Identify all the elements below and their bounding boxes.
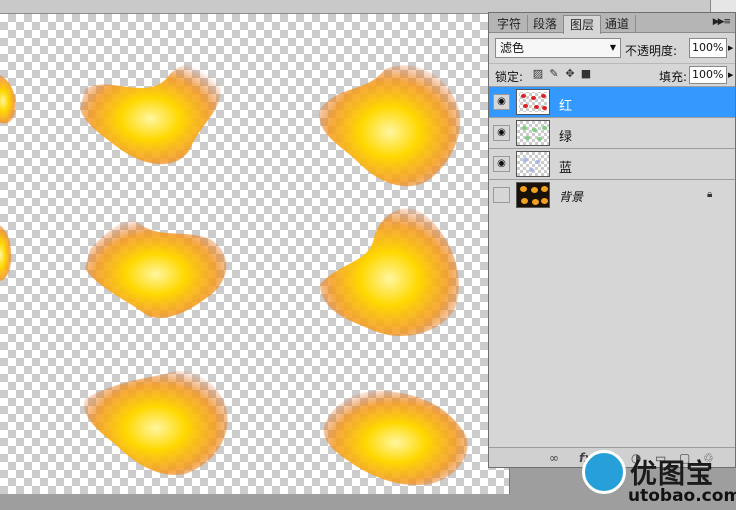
layer-row[interactable]: 背景 🔒︎ <box>489 179 735 210</box>
layer-thumbnail <box>516 151 550 177</box>
opacity-slider-icon[interactable]: ▶ <box>728 44 733 52</box>
fire-sprite <box>84 370 228 475</box>
layer-name: 蓝 <box>559 161 573 176</box>
photoshop-workspace: 字符 段落 图层 通道 ▶▶ ≡ 滤色 ▼ 不透明度: 100% ▶ 锁定: ▨… <box>0 0 736 510</box>
layer-name: 背景 <box>559 190 584 204</box>
bird-icon <box>582 450 626 494</box>
eye-toggle-empty[interactable] <box>493 187 510 203</box>
layer-name: 绿 <box>559 130 573 145</box>
blend-mode-value: 滤色 <box>500 41 525 55</box>
lock-position-icon[interactable]: ✥ <box>563 67 577 81</box>
document-canvas[interactable] <box>0 14 510 494</box>
fill-input[interactable]: 100% <box>689 66 727 84</box>
opacity-input[interactable]: 100% <box>689 38 727 58</box>
lock-all-icon[interactable]: ■ <box>579 67 593 81</box>
panel-tabs: 字符 段落 图层 通道 ▶▶ ≡ <box>489 13 735 34</box>
tab-channels[interactable]: 通道 <box>599 15 637 33</box>
fire-sprite <box>0 74 16 124</box>
opacity-label: 不透明度: <box>625 44 678 58</box>
fire-sprite <box>323 390 468 486</box>
fire-sprite <box>319 65 461 187</box>
layer-thumbnail <box>516 89 550 115</box>
blend-row: 滤色 ▼ 不透明度: 100% ▶ <box>489 34 735 62</box>
blend-mode-select[interactable]: 滤色 ▼ <box>495 38 621 58</box>
lock-transparency-icon[interactable]: ▨ <box>531 67 545 81</box>
fire-sprite <box>320 208 459 337</box>
lock-label: 锁定: <box>495 70 524 84</box>
panel-menu-icon[interactable]: ▶▶ ≡ <box>713 17 731 27</box>
fill-slider-icon[interactable]: ▶ <box>728 71 733 79</box>
eye-icon[interactable]: ◉ <box>493 125 510 141</box>
eye-icon[interactable]: ◉ <box>493 156 510 172</box>
tab-paragraph[interactable]: 段落 <box>527 15 565 33</box>
layer-row[interactable]: ◉ 蓝 <box>489 148 735 179</box>
lock-icon: 🔒︎ <box>707 189 713 200</box>
fire-sprite <box>0 225 12 281</box>
eye-icon[interactable]: ◉ <box>493 94 510 110</box>
lock-image-icon[interactable]: ✎ <box>547 67 561 81</box>
tab-layers[interactable]: 图层 <box>563 15 602 34</box>
watermark-url: utobao.com <box>628 486 736 506</box>
fire-sprite <box>80 63 221 165</box>
fire-sprite-row-1 <box>0 63 461 187</box>
chevron-down-icon: ▼ <box>609 43 616 52</box>
layer-thumbnail <box>516 182 550 208</box>
layer-thumbnail <box>516 120 550 146</box>
tab-character[interactable]: 字符 <box>491 15 529 33</box>
layers-panel: 字符 段落 图层 通道 ▶▶ ≡ 滤色 ▼ 不透明度: 100% ▶ 锁定: ▨… <box>488 12 736 468</box>
fire-sprite <box>85 220 227 319</box>
fire-artwork <box>0 63 468 486</box>
layer-list: ◉ 红 ◉ 绿 ◉ 蓝 背景 🔒︎ <box>489 86 735 210</box>
layer-row[interactable]: ◉ 红 <box>489 86 735 117</box>
link-icon[interactable]: ∞ <box>549 451 559 465</box>
fill-label: 填充: <box>659 70 688 84</box>
layer-name: 红 <box>559 99 573 114</box>
fire-sprite-row-3 <box>84 370 468 486</box>
watermark-logo: 优图宝 utobao.com <box>582 450 736 510</box>
lock-row: 锁定: ▨ ✎ ✥ ■ 填充: 100% ▶ <box>489 63 735 85</box>
layer-row[interactable]: ◉ 绿 <box>489 117 735 148</box>
fire-sprite-row-2 <box>0 208 459 337</box>
